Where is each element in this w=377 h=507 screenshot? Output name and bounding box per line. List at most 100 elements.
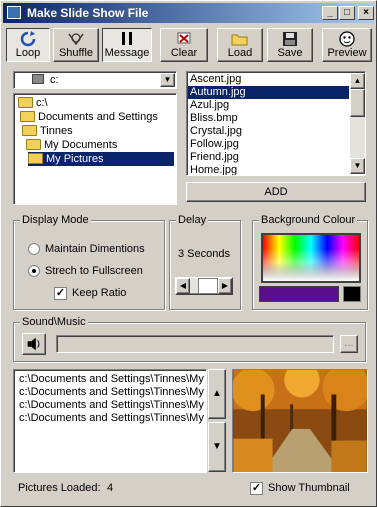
folder-label: c:\ (36, 97, 48, 109)
show-thumbnail-checkbox[interactable]: ✓ (250, 482, 263, 495)
speaker-icon (27, 337, 40, 351)
keep-ratio-label: Keep Ratio (72, 287, 127, 299)
file-list-scrollbar[interactable]: ▲ ▼ (350, 73, 365, 174)
thumbnail-preview (232, 369, 368, 473)
delay-title: Delay (176, 214, 209, 226)
show-thumbnail-label: Show Thumbnail (268, 482, 350, 494)
file-item[interactable]: Friend.jpg (188, 151, 349, 164)
scroll-up-icon[interactable]: ▲ (350, 73, 365, 89)
file-item[interactable]: Home.jpg (188, 164, 349, 175)
move-down-button[interactable]: ▼ (208, 422, 226, 472)
add-label: ADD (264, 186, 288, 198)
file-item[interactable]: Ascent.jpg (188, 73, 349, 86)
slide-item[interactable]: c:\Documents and Settings\Tinnes\My (17, 386, 204, 399)
loop-button[interactable]: Loop (6, 28, 50, 62)
file-item[interactable]: Azul.jpg (188, 99, 349, 112)
drive-select[interactable]: c: ▼ (13, 71, 177, 89)
floppy-disk-icon (283, 32, 297, 46)
delay-slider[interactable]: ◀ ▶ (175, 277, 233, 295)
save-label: Save (277, 47, 303, 59)
display-mode-title: Display Mode (20, 214, 91, 226)
message-label: Message (104, 47, 150, 59)
sound-file-field[interactable] (56, 335, 334, 353)
file-item[interactable]: Bliss.bmp (188, 112, 349, 125)
move-up-button[interactable]: ▲ (208, 369, 226, 419)
folder-tree[interactable]: c:\ Documents and Settings Tinnes My Doc… (13, 93, 177, 205)
shuffle-button[interactable]: Shuffle (53, 28, 99, 62)
clear-icon (177, 32, 191, 44)
load-label: Load (227, 47, 253, 59)
arrow-left-icon[interactable]: ◀ (176, 278, 190, 294)
arrow-up-icon: ▲ (212, 388, 222, 399)
preview-face-icon (339, 31, 355, 47)
folder-label: My Pictures (46, 153, 104, 165)
colour-picker-spectrum[interactable] (261, 233, 361, 283)
close-button[interactable]: × (358, 6, 374, 20)
browse-label: ... (344, 337, 354, 349)
folder-label: Documents and Settings (38, 111, 158, 123)
autumn-thumbnail-image (233, 370, 367, 472)
folder-label: Tinnes (40, 125, 73, 137)
file-list[interactable]: Ascent.jpg Autumn.jpg Azul.jpg Bliss.bmp… (186, 71, 366, 176)
app-icon (7, 6, 21, 19)
maintain-dimensions-label: Maintain Dimentions (45, 243, 145, 255)
load-button[interactable]: Load (217, 28, 263, 62)
slide-item[interactable]: c:\Documents and Settings\Tinnes\My (17, 412, 204, 425)
file-item[interactable]: Crystal.jpg (188, 125, 349, 138)
maintain-dimensions-radio[interactable] (28, 243, 40, 255)
folder-open-icon (28, 153, 43, 164)
clear-button[interactable]: Clear (160, 28, 208, 62)
speaker-button[interactable] (22, 333, 46, 355)
folder-item-selected[interactable]: My Pictures (28, 152, 174, 166)
pictures-loaded-count: 4 (107, 482, 114, 494)
slides-list[interactable]: c:\Documents and Settings\Tinnes\My c:\D… (13, 369, 207, 473)
app-window: Make Slide Show File _ □ × Loop Shuffle … (0, 0, 377, 507)
title-bar[interactable]: Make Slide Show File _ □ × (3, 3, 374, 23)
delay-slider-thumb[interactable] (198, 278, 218, 294)
scroll-thumb[interactable] (350, 89, 365, 117)
maximize-button[interactable]: □ (339, 6, 355, 20)
stretch-fullscreen-label: Strech to Fullscreen (45, 265, 143, 277)
sound-music-title: Sound\Music (20, 316, 88, 328)
folder-item[interactable]: Documents and Settings (20, 110, 158, 124)
minimize-button[interactable]: _ (322, 6, 338, 20)
sound-music-group: Sound\Music ... (13, 316, 366, 362)
folder-item[interactable]: c:\ (18, 96, 48, 110)
drive-icon (32, 74, 44, 84)
file-item[interactable]: Follow.jpg (188, 138, 349, 151)
arrow-down-icon: ▼ (212, 441, 222, 452)
pause-icon (122, 32, 132, 45)
message-button[interactable]: Message (102, 28, 152, 62)
drive-value: c: (50, 74, 59, 86)
folder-open-icon (18, 97, 33, 108)
delay-value: 3 Seconds (178, 248, 230, 260)
file-item-selected[interactable]: Autumn.jpg (188, 86, 349, 99)
slide-item[interactable]: c:\Documents and Settings\Tinnes\My (17, 373, 204, 386)
preview-button[interactable]: Preview (322, 28, 372, 62)
add-button[interactable]: ADD (186, 182, 366, 202)
delay-group: Delay 3 Seconds ◀ ▶ (169, 214, 241, 310)
save-button[interactable]: Save (267, 28, 313, 62)
folder-open-icon (26, 139, 41, 150)
loop-icon (20, 31, 36, 47)
preview-label: Preview (327, 47, 367, 59)
chevron-down-icon[interactable]: ▼ (160, 73, 175, 87)
arrow-right-icon[interactable]: ▶ (218, 278, 232, 294)
shuffle-icon (68, 33, 84, 46)
slide-item[interactable]: c:\Documents and Settings\Tinnes\My (17, 399, 204, 412)
clear-label: Clear (170, 47, 198, 59)
black-colour-swatch[interactable] (343, 286, 361, 302)
folder-item[interactable]: My Documents (26, 138, 117, 152)
scroll-down-icon[interactable]: ▼ (350, 158, 365, 174)
background-colour-group: Background Colour (252, 214, 368, 310)
shuffle-label: Shuffle (58, 47, 94, 59)
folder-open-icon (20, 111, 35, 122)
pictures-loaded-label: Pictures Loaded: (18, 482, 101, 494)
display-mode-group: Display Mode Maintain Dimentions Strech … (13, 214, 165, 310)
background-colour-title: Background Colour (259, 214, 358, 226)
folder-item[interactable]: Tinnes (22, 124, 73, 138)
browse-sound-button[interactable]: ... (340, 335, 358, 353)
stretch-fullscreen-radio[interactable] (28, 265, 40, 277)
keep-ratio-checkbox[interactable]: ✓ (54, 287, 67, 300)
window-title: Make Slide Show File (27, 6, 149, 20)
